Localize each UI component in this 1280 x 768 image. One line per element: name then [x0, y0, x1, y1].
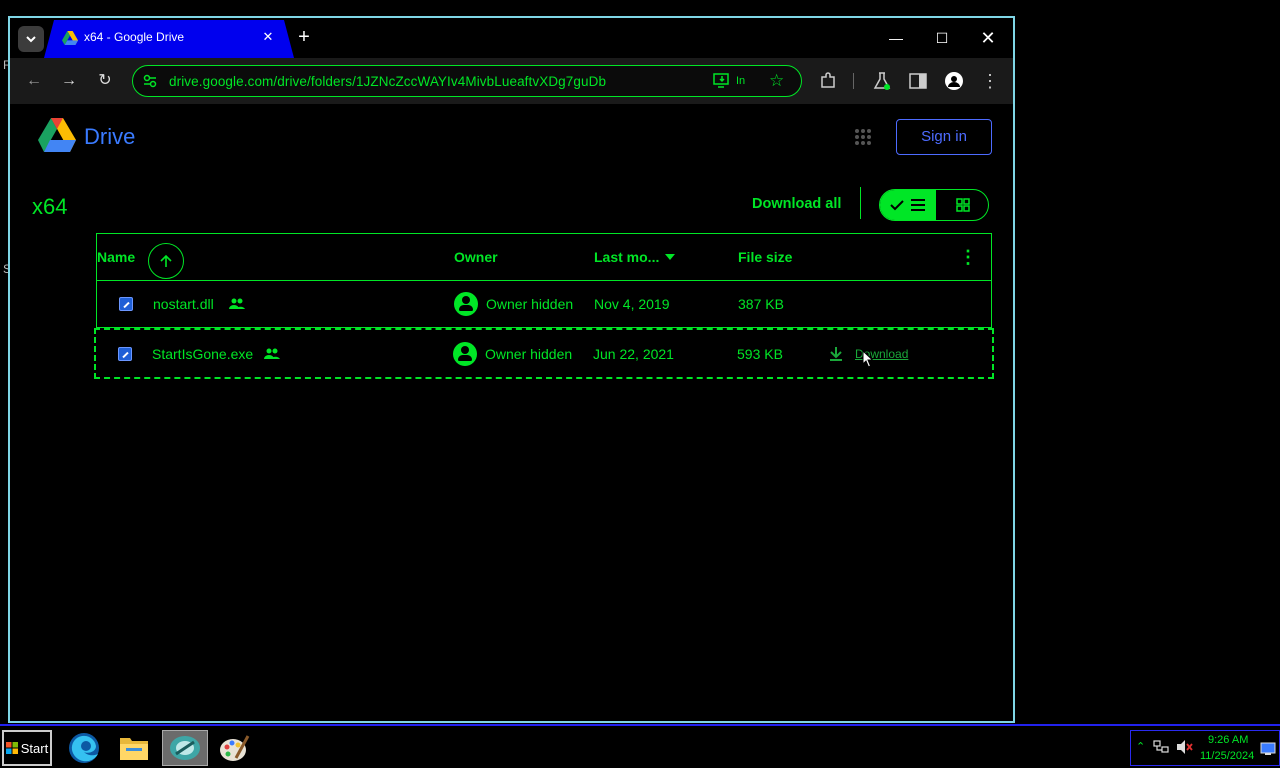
start-button[interactable]: Start — [2, 730, 52, 766]
labs-flask-icon[interactable] — [872, 71, 892, 91]
table-row[interactable]: StartIsGone.exe Owner hidden Jun 22, 202… — [94, 328, 994, 379]
drive-page: Drive Sign in x64 Download all Name Owne… — [10, 104, 1013, 721]
tab-bar: x64 - Google Drive ✕ + — ☐ ✕ — [10, 18, 1013, 58]
profile-icon[interactable] — [944, 71, 964, 91]
site-settings-icon — [143, 74, 157, 88]
column-header-owner[interactable]: Owner — [454, 234, 498, 280]
back-button[interactable]: ← — [24, 71, 44, 91]
network-icon[interactable] — [1153, 740, 1169, 754]
sign-in-button[interactable]: Sign in — [896, 119, 992, 155]
list-icon — [911, 199, 925, 211]
file-explorer-icon[interactable] — [114, 730, 154, 766]
download-icon[interactable] — [829, 330, 843, 377]
more-options-icon[interactable]: ⋮ — [959, 234, 977, 280]
start-label: Start — [20, 740, 49, 756]
list-view-button[interactable] — [880, 190, 936, 220]
show-desktop-icon[interactable] — [1260, 742, 1276, 756]
browser-window: x64 - Google Drive ✕ + — ☐ ✕ ← → ↻ drive… — [8, 16, 1015, 723]
reload-button[interactable]: ↻ — [95, 71, 115, 91]
view-toggle — [879, 189, 989, 221]
google-drive-icon — [62, 31, 78, 45]
minimize-button[interactable]: — — [876, 26, 916, 50]
extensions-icon[interactable] — [818, 71, 838, 91]
install-app-icon[interactable] — [713, 73, 731, 89]
clock-date[interactable]: 11/25/2024 — [1200, 750, 1254, 762]
file-table: Name Owner Last mo... File size ⋮ nostar… — [94, 233, 994, 379]
sort-direction-button[interactable] — [148, 243, 184, 279]
url-text: drive.google.com/drive/folders/1JZNcZccW… — [169, 74, 607, 89]
taskbar: Start ⌃ 9:26 AM 11/25/2024 — [0, 724, 1280, 768]
tray-expand-icon[interactable]: ⌃ — [1136, 740, 1145, 753]
folder-title: x64 — [32, 194, 68, 219]
file-type-icon — [119, 281, 133, 327]
column-header-last-modified[interactable]: Last mo... — [594, 234, 676, 280]
check-icon — [890, 200, 904, 211]
mouse-cursor-icon — [862, 350, 874, 368]
column-header-name[interactable]: Name — [97, 234, 135, 280]
table-header-row: Name Owner Last mo... File size ⋮ — [96, 233, 992, 281]
owner-avatar-icon — [454, 292, 478, 316]
file-name[interactable]: StartIsGone.exe — [152, 330, 253, 377]
sort-caret-down-icon — [665, 254, 676, 260]
shared-people-icon — [264, 330, 280, 377]
modified-date: Nov 4, 2019 — [594, 296, 670, 312]
file-name[interactable]: nostart.dll — [153, 281, 214, 327]
edge-app-icon[interactable] — [64, 730, 104, 766]
side-panel-icon[interactable] — [908, 71, 928, 91]
file-size: 387 KB — [738, 296, 784, 312]
bookmark-star-icon[interactable]: ☆ — [769, 71, 784, 91]
owner-text: Owner hidden — [486, 296, 574, 312]
header-divider — [860, 187, 861, 219]
paint-app-icon[interactable] — [214, 730, 254, 766]
chevron-down-icon — [26, 36, 36, 43]
owner-cell: Owner hidden — [454, 281, 573, 327]
toolbar-divider — [853, 73, 854, 89]
clock-time[interactable]: 9:26 AM — [1208, 734, 1248, 746]
install-label: In — [736, 75, 746, 87]
new-tab-button[interactable]: + — [294, 27, 314, 48]
active-app-icon[interactable] — [162, 730, 208, 766]
owner-avatar-icon — [453, 341, 477, 366]
grid-view-button[interactable] — [936, 190, 988, 220]
column-header-last-modified-label: Last mo... — [594, 249, 660, 265]
arrow-up-icon — [160, 254, 172, 267]
table-row[interactable]: nostart.dll Owner hidden Nov 4, 2019 387… — [96, 281, 992, 328]
address-bar[interactable]: drive.google.com/drive/folders/1JZNcZccW… — [132, 65, 802, 97]
volume-muted-icon[interactable] — [1176, 739, 1194, 755]
google-apps-icon[interactable] — [854, 128, 872, 146]
download-all-button[interactable]: Download all — [752, 196, 841, 212]
column-header-file-size[interactable]: File size — [738, 234, 792, 280]
browser-toolbar: ← → ↻ drive.google.com/drive/folders/1JZ… — [10, 58, 1013, 104]
browser-menu-icon[interactable]: ⋮ — [980, 71, 1000, 91]
modified-date: Jun 22, 2021 — [593, 345, 674, 362]
tab-title: x64 - Google Drive — [84, 30, 185, 44]
file-type-icon — [118, 330, 132, 377]
forward-button[interactable]: → — [59, 71, 79, 91]
close-window-button[interactable]: ✕ — [968, 26, 1008, 50]
owner-text: Owner hidden — [485, 345, 573, 362]
close-tab-icon[interactable]: ✕ — [259, 28, 277, 46]
windows-logo-icon — [5, 742, 18, 754]
owner-cell: Owner hidden — [453, 330, 572, 377]
tab-search-button[interactable] — [18, 26, 44, 52]
maximize-button[interactable]: ☐ — [922, 26, 962, 50]
file-size: 593 KB — [737, 345, 783, 362]
drive-brand[interactable]: Drive — [84, 124, 135, 150]
google-drive-logo-icon[interactable] — [38, 118, 76, 152]
grid-icon — [956, 198, 970, 212]
shared-people-icon — [229, 281, 245, 327]
